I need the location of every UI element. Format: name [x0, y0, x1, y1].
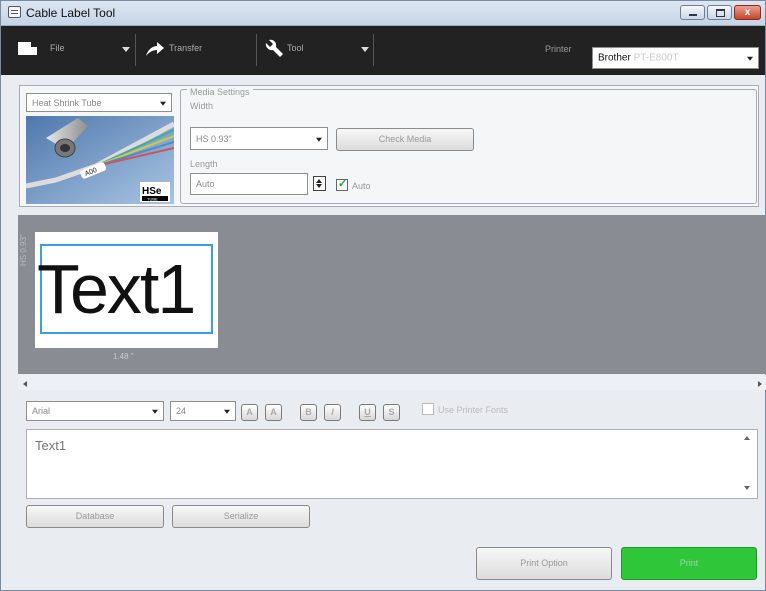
scroll-left-icon[interactable] — [23, 381, 27, 387]
auto-label: Auto — [352, 181, 371, 191]
width-value: HS 0.93" — [196, 133, 232, 144]
transfer-menu[interactable]: Transfer — [137, 26, 255, 75]
chevron-down-icon — [316, 137, 322, 142]
file-icon — [18, 42, 37, 55]
title-bar: Cable Label Tool x — [1, 1, 765, 26]
heat-shrink-tube-illustration: A00 HSe TUBE — [26, 116, 174, 204]
chevron-down-icon — [361, 47, 369, 52]
media-settings-legend: Media Settings — [187, 87, 253, 97]
chevron-down-icon — [152, 409, 158, 414]
tool-menu[interactable]: Tool — [258, 26, 369, 75]
transfer-arrow-icon — [146, 42, 164, 56]
italic-button[interactable]: I — [324, 404, 341, 421]
preview-horizontal-scrollbar[interactable] — [18, 375, 766, 390]
app-icon — [8, 6, 21, 18]
chevron-down-icon — [224, 409, 230, 414]
brand-logo-sub: TUBE — [147, 197, 158, 202]
editor-text: Text1 — [35, 438, 67, 453]
window-title: Cable Label Tool — [26, 6, 116, 20]
tool-label: Tool — [287, 43, 304, 53]
underline-button[interactable]: U — [359, 404, 376, 421]
database-button[interactable]: Database — [26, 505, 164, 528]
toolbar-divider — [256, 34, 257, 66]
toolbar-divider — [373, 34, 374, 66]
print-button[interactable]: Print — [621, 547, 757, 580]
shadow-button[interactable]: S — [383, 404, 400, 421]
use-printer-fonts-label: Use Printer Fonts — [438, 405, 509, 415]
grow-font-button[interactable]: A — [241, 404, 258, 421]
shrink-font-button[interactable]: A — [265, 404, 282, 421]
media-image: A00 HSe TUBE — [26, 116, 174, 204]
serialize-button[interactable]: Serialize — [172, 505, 310, 528]
chevron-down-icon — [122, 47, 130, 52]
close-button[interactable]: x — [734, 5, 761, 20]
length-label: Length — [190, 159, 218, 169]
print-option-button[interactable]: Print Option — [476, 547, 612, 580]
length-input[interactable]: Auto — [190, 173, 308, 195]
width-label: Width — [190, 101, 214, 111]
length-spinner[interactable] — [313, 176, 326, 191]
maximize-button[interactable] — [707, 5, 732, 20]
scroll-up-icon[interactable] — [744, 436, 750, 440]
minimize-button[interactable] — [680, 5, 705, 20]
font-size-value: 24 — [176, 406, 187, 416]
file-menu[interactable]: File — [1, 26, 133, 75]
printer-model: PT-E800T — [633, 52, 679, 64]
check-media-button[interactable]: Check Media — [336, 128, 474, 151]
chevron-down-icon — [160, 101, 166, 106]
file-label: File — [50, 43, 65, 53]
font-select[interactable]: Arial — [26, 401, 164, 421]
printer-brand: Brother — [598, 52, 631, 64]
auto-checkbox[interactable] — [336, 177, 348, 191]
font-value: Arial — [32, 406, 51, 416]
use-printer-fonts-checkbox[interactable] — [422, 403, 434, 415]
printer-label: Printer — [545, 44, 572, 54]
toolbar-divider — [135, 34, 136, 66]
label-length-dimension: 1.48 " — [113, 352, 134, 361]
label-height-dimension: HS 0.93" — [19, 234, 28, 266]
media-type-select[interactable]: Heat Shrink Tube — [26, 93, 172, 112]
width-select[interactable]: HS 0.93" — [190, 127, 328, 150]
chevron-down-icon — [747, 56, 753, 61]
transfer-label: Transfer — [169, 43, 203, 53]
wrench-icon — [265, 39, 283, 57]
app-window: Cable Label Tool x File Transfer Tool Pr… — [0, 0, 766, 591]
text-editor[interactable]: Text1 — [26, 429, 758, 499]
label-text-object[interactable]: Text1 — [37, 247, 217, 331]
scroll-right-icon[interactable] — [758, 381, 762, 387]
printer-select[interactable]: Brother PT-E800T — [592, 47, 759, 69]
bold-button[interactable]: B — [300, 404, 317, 421]
scroll-down-icon[interactable] — [744, 486, 750, 490]
font-size-select[interactable]: 24 — [170, 401, 236, 421]
media-type-value: Heat Shrink Tube — [32, 97, 102, 108]
brand-logo-text: HSe — [142, 186, 162, 197]
length-value: Auto — [196, 179, 215, 189]
